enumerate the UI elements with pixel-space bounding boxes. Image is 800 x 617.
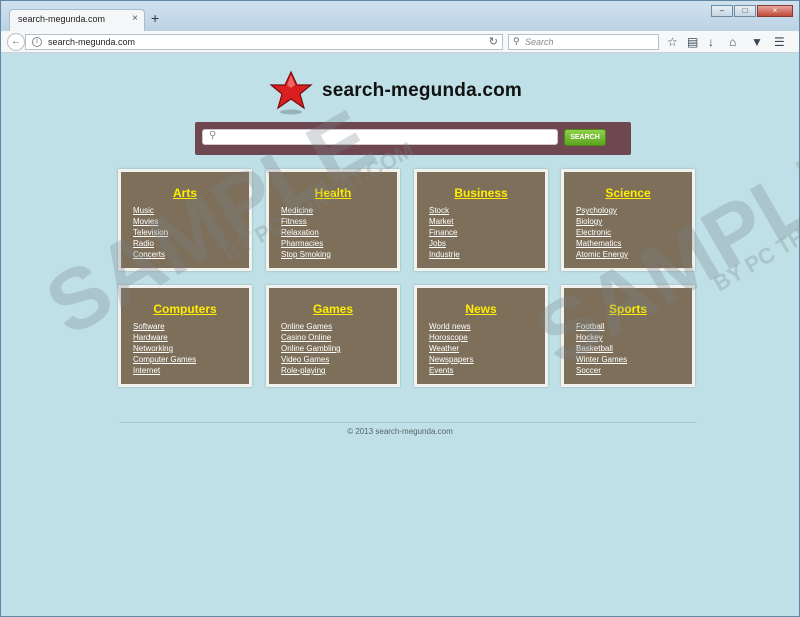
- category-links: Music Movies Television Radio Concerts: [133, 205, 168, 260]
- browser-window: search-megunda.com × + – □ × ← i search-…: [0, 0, 800, 617]
- footer-divider: [119, 422, 697, 423]
- pocket-icon[interactable]: ▼: [751, 35, 763, 49]
- search-icon: ⚲: [513, 36, 520, 46]
- category-link[interactable]: World news: [429, 321, 473, 332]
- category-link[interactable]: Internet: [133, 365, 196, 376]
- back-icon[interactable]: ←: [7, 33, 25, 51]
- page-content: search-megunda.com ⚲ SEARCH Arts Music M…: [1, 54, 800, 616]
- category-link[interactable]: Atomic Energy: [576, 249, 628, 260]
- category-link[interactable]: Casino Online: [281, 332, 341, 343]
- category-link[interactable]: Weather: [429, 343, 473, 354]
- category-links: Medicine Fitness Relaxation Pharmacies S…: [281, 205, 331, 260]
- category-link[interactable]: Winter Games: [576, 354, 627, 365]
- search-panel: ⚲ SEARCH: [195, 122, 631, 155]
- category-link[interactable]: Jobs: [429, 238, 460, 249]
- category-link[interactable]: Stop Smoking: [281, 249, 331, 260]
- home-icon[interactable]: ⌂: [729, 35, 736, 49]
- category-title[interactable]: Health: [269, 186, 397, 200]
- category-card-science: Science Psychology Biology Electronic Ma…: [561, 169, 695, 271]
- category-link[interactable]: Biology: [576, 216, 628, 227]
- category-link[interactable]: Newspapers: [429, 354, 473, 365]
- minimize-button[interactable]: –: [711, 5, 733, 17]
- reading-list-icon[interactable]: ▤: [687, 35, 698, 49]
- category-card-games: Games Online Games Casino Online Online …: [266, 285, 400, 387]
- category-link[interactable]: Football: [576, 321, 627, 332]
- category-card-sports: Sports Football Hockey Basketball Winter…: [561, 285, 695, 387]
- category-card-arts: Arts Music Movies Television Radio Conce…: [118, 169, 252, 271]
- category-links: Stock Market Finance Jobs Industrie: [429, 205, 460, 260]
- category-title[interactable]: Business: [417, 186, 545, 200]
- category-link[interactable]: Events: [429, 365, 473, 376]
- category-links: Psychology Biology Electronic Mathematic…: [576, 205, 628, 260]
- category-card-news: News World news Horoscope Weather Newspa…: [414, 285, 548, 387]
- site-logo-text: search-megunda.com: [322, 80, 522, 101]
- category-link[interactable]: Finance: [429, 227, 460, 238]
- category-link[interactable]: Pharmacies: [281, 238, 331, 249]
- category-link[interactable]: Radio: [133, 238, 168, 249]
- window-controls: – □ ×: [710, 5, 793, 17]
- category-link[interactable]: Online Gambling: [281, 343, 341, 354]
- url-text: search-megunda.com: [48, 37, 136, 47]
- search-input[interactable]: ⚲: [202, 129, 558, 145]
- star-icon[interactable]: ☆: [667, 35, 678, 49]
- category-link[interactable]: Movies: [133, 216, 168, 227]
- footer-copyright: © 2013 search-megunda.com: [347, 427, 453, 436]
- category-link[interactable]: Computer Games: [133, 354, 196, 365]
- category-link[interactable]: Medicine: [281, 205, 331, 216]
- search-icon: ⚲: [209, 130, 217, 141]
- category-title[interactable]: Arts: [121, 186, 249, 200]
- category-link[interactable]: Networking: [133, 343, 196, 354]
- category-card-health: Health Medicine Fitness Relaxation Pharm…: [266, 169, 400, 271]
- category-link[interactable]: Electronic: [576, 227, 628, 238]
- category-title[interactable]: News: [417, 302, 545, 316]
- menu-icon[interactable]: ☰: [774, 35, 785, 49]
- category-link[interactable]: Fitness: [281, 216, 331, 227]
- category-link[interactable]: Psychology: [576, 205, 628, 216]
- category-link[interactable]: Hockey: [576, 332, 627, 343]
- info-icon[interactable]: i: [32, 37, 42, 47]
- tab-close-icon[interactable]: ×: [132, 13, 138, 24]
- download-icon[interactable]: ↓: [708, 35, 714, 49]
- category-link[interactable]: Basketball: [576, 343, 627, 354]
- category-title[interactable]: Science: [564, 186, 692, 200]
- category-link[interactable]: Market: [429, 216, 460, 227]
- category-link[interactable]: Software: [133, 321, 196, 332]
- category-link[interactable]: Role-playing: [281, 365, 341, 376]
- category-link[interactable]: Mathematics: [576, 238, 628, 249]
- watermark-subtext: BY PC THREAT.COM: [708, 166, 800, 297]
- category-link[interactable]: Hardware: [133, 332, 196, 343]
- category-link[interactable]: Music: [133, 205, 168, 216]
- category-link[interactable]: Concerts: [133, 249, 168, 260]
- tab-title: search-megunda.com: [18, 14, 106, 24]
- category-card-business: Business Stock Market Finance Jobs Indus…: [414, 169, 548, 271]
- category-link[interactable]: Horoscope: [429, 332, 473, 343]
- browser-search-placeholder: Search: [525, 37, 554, 47]
- search-button[interactable]: SEARCH: [564, 129, 606, 146]
- category-title[interactable]: Games: [269, 302, 397, 316]
- category-links: Online Games Casino Online Online Gambli…: [281, 321, 341, 376]
- new-tab-icon[interactable]: +: [151, 11, 159, 25]
- category-link[interactable]: Video Games: [281, 354, 341, 365]
- category-title[interactable]: Computers: [121, 302, 249, 316]
- star-logo-icon: [269, 70, 313, 115]
- url-bar[interactable]: i search-megunda.com ↻: [25, 34, 503, 50]
- category-links: World news Horoscope Weather Newspapers …: [429, 321, 473, 376]
- category-link[interactable]: Soccer: [576, 365, 627, 376]
- category-link[interactable]: Relaxation: [281, 227, 331, 238]
- reload-icon[interactable]: ↻: [489, 35, 498, 48]
- category-links: Software Hardware Networking Computer Ga…: [133, 321, 196, 376]
- category-title[interactable]: Sports: [564, 302, 692, 316]
- browser-search-input[interactable]: ⚲ Search: [508, 34, 659, 50]
- category-link[interactable]: Television: [133, 227, 168, 238]
- category-card-computers: Computers Software Hardware Networking C…: [118, 285, 252, 387]
- category-link[interactable]: Stock: [429, 205, 460, 216]
- category-links: Football Hockey Basketball Winter Games …: [576, 321, 627, 376]
- browser-tab[interactable]: search-megunda.com ×: [9, 9, 145, 31]
- close-window-button[interactable]: ×: [757, 5, 793, 17]
- category-link[interactable]: Online Games: [281, 321, 341, 332]
- title-bar: search-megunda.com × + – □ ×: [1, 1, 799, 31]
- maximize-button[interactable]: □: [734, 5, 756, 17]
- navigation-bar: ← i search-megunda.com ↻ ⚲ Search ☆ ▤ ↓ …: [1, 31, 799, 53]
- category-link[interactable]: Industrie: [429, 249, 460, 260]
